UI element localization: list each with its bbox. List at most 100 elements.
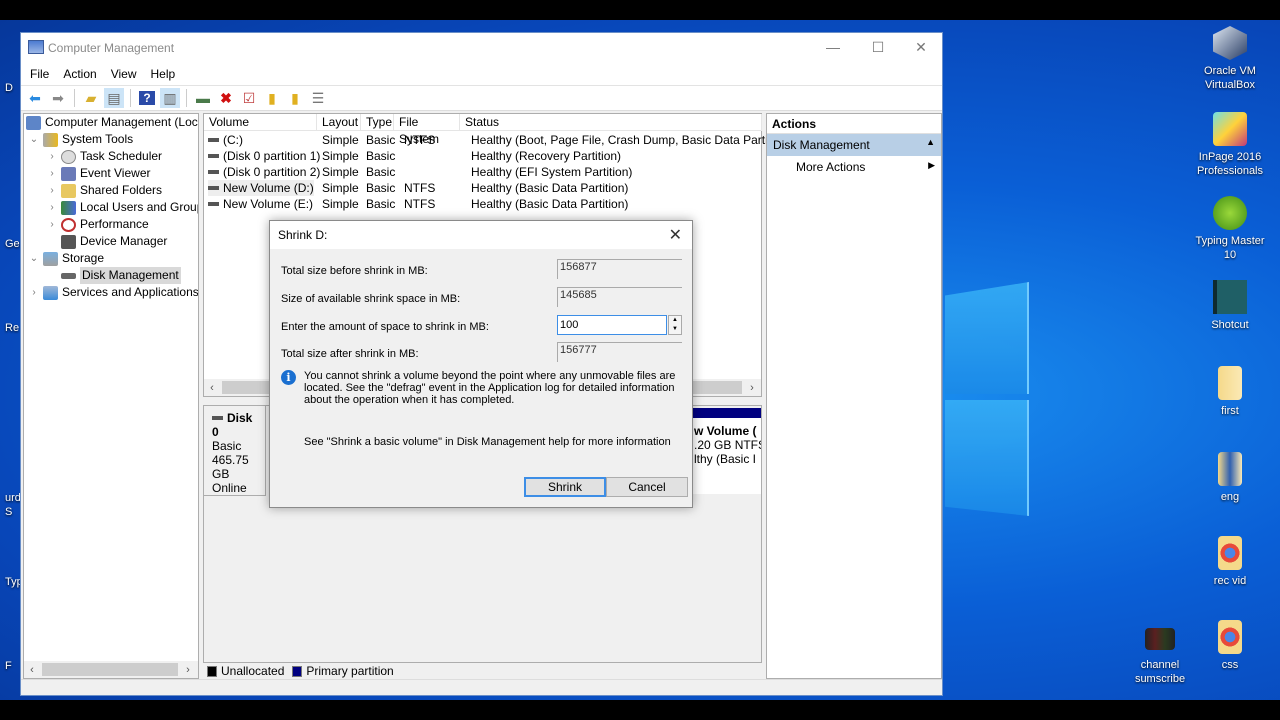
help-icon[interactable]: ? <box>137 88 157 108</box>
chevron-right-icon[interactable]: › <box>46 165 58 182</box>
table-row[interactable]: (Disk 0 partition 2) Simple Basic Healthy … <box>204 164 761 180</box>
desktop-label-fragment[interactable]: D <box>5 82 13 94</box>
folder-icon <box>1218 536 1242 570</box>
desktop-label-fragment[interactable]: S <box>5 506 12 518</box>
tree-item-local-users[interactable]: › Local Users and Groups <box>46 199 198 216</box>
disk-0-label[interactable]: Disk 0 Basic 465.75 GB Online <box>204 406 266 496</box>
find-icon[interactable]: ▮ <box>285 88 305 108</box>
tree-item-disk-management[interactable]: Disk Management <box>46 267 181 284</box>
table-row[interactable]: (C:) Simple Basic NTFS Healthy (Boot, Page … <box>204 132 791 148</box>
back-icon[interactable]: ⬅ <box>25 88 45 108</box>
title-bar[interactable]: Computer Management — ☐ ✕ <box>21 33 942 63</box>
actions-section-disk-management[interactable]: Disk Management ▲ <box>767 134 941 156</box>
chevron-right-icon[interactable]: › <box>46 148 58 165</box>
column-status[interactable]: Status <box>460 114 762 131</box>
view-icon[interactable]: ☰ <box>308 88 328 108</box>
desktop-icon-eng[interactable]: eng <box>1190 452 1270 504</box>
show-hide-tree-icon[interactable]: ▤ <box>104 88 124 108</box>
desktop-icon-css[interactable]: css <box>1190 620 1270 672</box>
status-bar <box>21 679 942 695</box>
maximize-button[interactable]: ☐ <box>856 33 900 63</box>
cancel-button[interactable]: Cancel <box>606 477 688 497</box>
chevron-right-icon[interactable]: › <box>46 182 58 199</box>
show-hide-action-icon[interactable]: ▥ <box>160 88 180 108</box>
tree-horizontal-scrollbar[interactable]: ‹ › <box>24 661 198 678</box>
connect-drive-icon[interactable]: ▬ <box>193 88 213 108</box>
tree-root[interactable]: Computer Management (Local <box>24 114 198 131</box>
scroll-right-icon[interactable]: › <box>744 382 760 394</box>
shotcut-icon <box>1213 280 1247 314</box>
volume-icon <box>208 137 219 142</box>
volume-icon <box>208 153 219 158</box>
table-row[interactable]: New Volume (E:) Simple Basic NTFS Healthy (… <box>204 196 761 212</box>
help-message: See "Shrink a basic volume" in Disk Mana… <box>304 436 671 448</box>
chevron-down-icon[interactable]: ⌄ <box>28 250 40 267</box>
minimize-button[interactable]: — <box>811 33 855 63</box>
forward-icon[interactable]: ➡ <box>48 88 68 108</box>
info-message: You cannot shrink a volume beyond the po… <box>304 370 676 406</box>
shrink-amount-spinner[interactable]: ▲ ▼ <box>668 315 682 335</box>
partition-block[interactable]: w Volume ( .20 GB NTFS lthy (Basic I <box>692 408 761 494</box>
event-viewer-icon <box>61 166 76 181</box>
volume-icon <box>208 185 219 190</box>
table-row-selected[interactable]: New Volume (D:) Simple Basic NTFS Healthy (… <box>204 180 761 196</box>
chevron-right-icon[interactable]: › <box>28 284 40 301</box>
shrink-button[interactable]: Shrink <box>524 477 606 497</box>
column-file-system[interactable]: File System <box>394 114 460 146</box>
desktop-icon-inpage[interactable]: InPage 2016 Professionals <box>1190 112 1270 178</box>
desktop-icon-shotcut[interactable]: Shotcut <box>1190 280 1270 332</box>
desktop-label-fragment[interactable]: urd <box>5 492 21 504</box>
performance-icon <box>61 217 76 232</box>
chevron-right-icon[interactable]: › <box>46 199 58 216</box>
typing-master-icon <box>1213 196 1247 230</box>
desktop-icon-channel-sumscribe[interactable]: channel sumscribe <box>1120 628 1200 686</box>
size-after-label: Total size after shrink in MB: <box>281 348 419 360</box>
scroll-right-icon[interactable]: › <box>180 664 196 676</box>
tree-item-device-manager[interactable]: Device Manager <box>46 233 167 250</box>
column-layout[interactable]: Layout <box>317 114 361 131</box>
tree-item-event-viewer[interactable]: › Event Viewer <box>46 165 150 182</box>
tools-icon <box>43 132 58 147</box>
menu-help[interactable]: Help <box>144 63 183 85</box>
dialog-title-bar[interactable]: Shrink D: ✕ <box>270 221 692 249</box>
tree-item-services-applications[interactable]: › Services and Applications <box>28 284 198 301</box>
desktop-icon-first[interactable]: first <box>1190 366 1270 418</box>
desktop-label-fragment[interactable]: Re <box>5 322 19 334</box>
up-folder-icon[interactable]: ▰ <box>81 88 101 108</box>
submenu-arrow-icon: ▶ <box>928 160 935 170</box>
desktop-icon-typing-master[interactable]: Typing Master 10 <box>1190 196 1270 262</box>
delete-icon[interactable]: ✖ <box>216 88 236 108</box>
desktop-left-icons: D Ger Re urd S Typ F <box>0 20 23 700</box>
info-icon: i <box>281 370 296 385</box>
scroll-left-icon[interactable]: ‹ <box>204 382 220 394</box>
shrink-amount-input[interactable]: 100 <box>557 315 667 335</box>
close-button[interactable]: ✕ <box>899 33 943 63</box>
desktop-icon-virtualbox[interactable]: Oracle VM VirtualBox <box>1190 26 1270 92</box>
menu-file[interactable]: File <box>23 63 56 85</box>
tree-item-task-scheduler[interactable]: › Task Scheduler <box>46 148 162 165</box>
properties-icon[interactable]: ☑ <box>239 88 259 108</box>
more-actions-item[interactable]: More Actions ▶ <box>767 156 941 178</box>
actions-pane: Actions Disk Management ▲ More Actions ▶ <box>766 113 942 679</box>
collapse-up-icon[interactable]: ▲ <box>926 137 935 147</box>
tree-item-shared-folders[interactable]: › Shared Folders <box>46 182 162 199</box>
export-icon[interactable]: ▮ <box>262 88 282 108</box>
available-shrink-value: 145685 <box>557 287 682 307</box>
chevron-down-icon[interactable]: ⌄ <box>28 131 40 148</box>
tree-item-system-tools[interactable]: ⌄ System Tools <box>28 131 133 148</box>
table-row[interactable]: (Disk 0 partition 1) Simple Basic Healthy … <box>204 148 761 164</box>
chevron-right-icon[interactable]: › <box>46 216 58 233</box>
desktop-label-fragment[interactable]: F <box>5 660 12 672</box>
menu-action[interactable]: Action <box>56 63 103 85</box>
scrollbar-thumb[interactable] <box>42 663 178 676</box>
scroll-left-icon[interactable]: ‹ <box>24 664 40 676</box>
tree-item-storage[interactable]: ⌄ Storage <box>28 250 104 267</box>
menu-view[interactable]: View <box>104 63 144 85</box>
actions-header: Actions <box>767 114 941 134</box>
dialog-close-button[interactable]: ✕ <box>669 225 682 245</box>
users-icon <box>61 200 76 215</box>
column-volume[interactable]: Volume <box>204 114 317 131</box>
desktop-icon-rec-vid[interactable]: rec vid <box>1190 536 1270 588</box>
tree-item-performance[interactable]: › Performance <box>46 216 149 233</box>
column-type[interactable]: Type <box>361 114 394 131</box>
